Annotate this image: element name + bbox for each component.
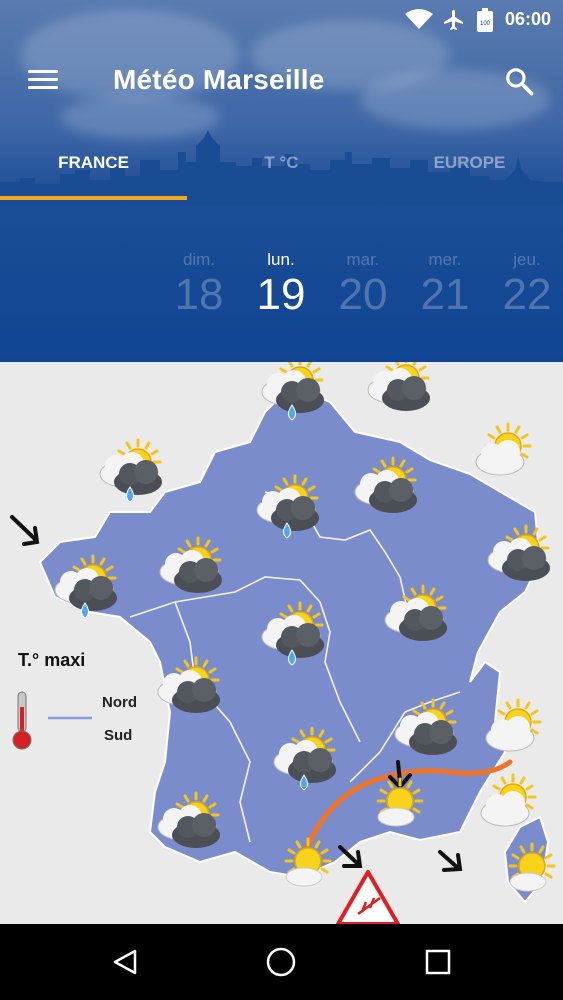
- weather-map[interactable]: T.° maxi Nord Sud: [0, 362, 563, 924]
- search-icon[interactable]: [504, 66, 534, 96]
- tab-france[interactable]: FRANCE: [0, 148, 187, 200]
- wifi-icon: [405, 9, 433, 29]
- airplane-icon: [444, 10, 463, 30]
- header: 100 06:00 Météo Marseille FRANCE T °C EU…: [0, 0, 563, 362]
- recents-icon[interactable]: [424, 948, 452, 976]
- legend-title: T.° maxi: [18, 650, 86, 670]
- battery-level: 100: [480, 21, 491, 27]
- wind-warning-icon: [336, 870, 400, 924]
- status-time: 06:00: [504, 9, 551, 29]
- day-item[interactable]: jeu. 22: [486, 250, 563, 320]
- back-icon[interactable]: [111, 948, 139, 976]
- tab-bar: FRANCE T °C EUROPE: [0, 148, 563, 200]
- legend-north: Nord: [102, 694, 137, 711]
- tab-indicator: [0, 196, 187, 200]
- day-item-selected[interactable]: lun. 19: [240, 250, 322, 320]
- navigation-bar: [0, 924, 563, 1000]
- page-title: Météo Marseille: [113, 64, 325, 95]
- tab-europe[interactable]: EUROPE: [376, 148, 563, 200]
- menu-icon[interactable]: [28, 70, 58, 90]
- day-item[interactable]: dim. 18: [158, 250, 240, 320]
- app-bar: Météo Marseille: [0, 48, 563, 112]
- day-item[interactable]: mar. 20: [322, 250, 404, 320]
- thermometer-icon: [12, 691, 32, 750]
- france-map: [10, 362, 563, 924]
- battery-icon: 100: [477, 8, 493, 32]
- day-selector: dim. 18 lun. 19 mar. 20 mer. 21 jeu. 22: [0, 250, 563, 330]
- legend-south: Sud: [104, 727, 133, 744]
- status-bar: 100 06:00: [0, 0, 563, 40]
- home-icon[interactable]: [266, 947, 296, 977]
- day-item[interactable]: mer. 21: [404, 250, 486, 320]
- tab-temperature[interactable]: T °C: [188, 148, 375, 200]
